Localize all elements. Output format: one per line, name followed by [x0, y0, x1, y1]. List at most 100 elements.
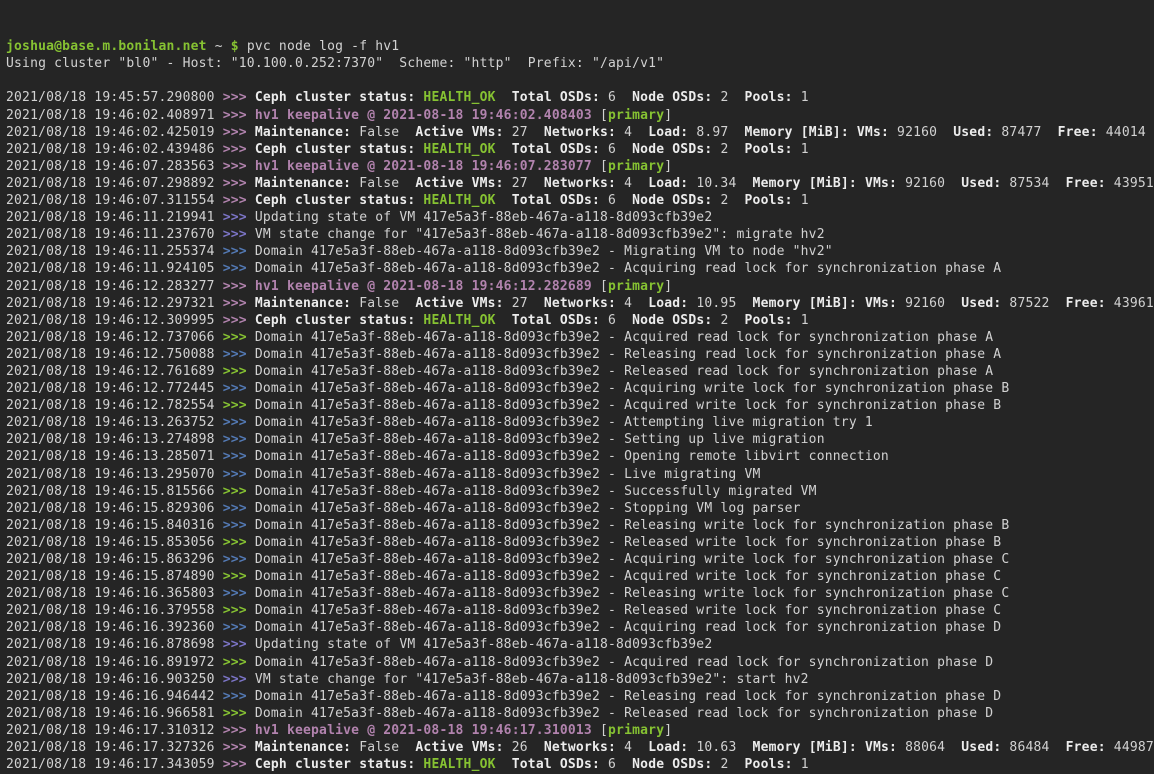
log-text: False: [351, 125, 415, 140]
log-text: Networks:: [544, 740, 616, 755]
prompt-user-host: joshua@base.m.bonilan.net: [6, 39, 207, 54]
log-line-domain-event: 2021/08/18 19:46:11.924105 >>> Domain 41…: [6, 260, 1154, 277]
log-timestamp: 2021/08/18 19:46:12.737066: [6, 330, 223, 345]
log-text: Used:: [961, 740, 1001, 755]
log-text: Free:: [1066, 296, 1106, 311]
log-arrow: >>>: [223, 723, 255, 738]
log-text: 10.34: [688, 176, 752, 191]
log-text: 43961: [1106, 296, 1154, 311]
log-timestamp: 2021/08/18 19:46:15.853056: [6, 535, 223, 550]
log-text: Domain 417e5a3f-88eb-467a-a118-8d093cfb3…: [255, 569, 1001, 584]
log-arrow: >>>: [223, 501, 255, 516]
log-text: Networks:: [544, 125, 616, 140]
log-text: Pools:: [745, 193, 793, 208]
log-text: Free:: [1058, 125, 1098, 140]
log-text: Load:: [648, 296, 688, 311]
log-line-ceph-status: 2021/08/18 19:46:17.343059 >>> Ceph clus…: [6, 756, 1154, 773]
log-timestamp: 2021/08/18 19:46:15.863296: [6, 552, 223, 567]
log-text: Memory [MiB]:: [753, 296, 857, 311]
log-timestamp: 2021/08/18 19:46:16.392360: [6, 620, 223, 635]
log-text: 44014: [1098, 125, 1146, 140]
log-timestamp: 2021/08/18 19:46:16.903250: [6, 672, 223, 687]
log-text: Domain 417e5a3f-88eb-467a-a118-8d093cfb3…: [255, 244, 833, 259]
log-text: 26: [504, 740, 544, 755]
log-text: 1: [793, 757, 809, 772]
log-timestamp: 2021/08/18 19:46:12.772445: [6, 381, 223, 396]
log-text: Domain 417e5a3f-88eb-467a-a118-8d093cfb3…: [255, 449, 889, 464]
log-timestamp: 2021/08/18 19:46:02.439486: [6, 142, 223, 157]
log-arrow: >>>: [223, 313, 255, 328]
log-arrow: >>>: [223, 432, 255, 447]
log-line-vm-event: 2021/08/18 19:46:16.878698 >>> Updating …: [6, 636, 1154, 653]
log-line-domain-event: 2021/08/18 19:46:16.891972 >>> Domain 41…: [6, 654, 1154, 671]
log-text: 6: [600, 193, 632, 208]
log-text: VMs:: [865, 176, 897, 191]
health-status: HEALTH_OK: [423, 313, 495, 328]
log-text: False: [351, 296, 415, 311]
log-text: [857, 176, 865, 191]
log-text: 2: [712, 313, 744, 328]
cluster-info-text: Using cluster "bl0" - Host: "10.100.0.25…: [6, 56, 664, 71]
log-arrow: >>>: [223, 176, 255, 191]
log-timestamp: 2021/08/18 19:46:15.829306: [6, 501, 223, 516]
log-timestamp: 2021/08/18 19:46:12.297321: [6, 296, 223, 311]
log-line-keepalive: 2021/08/18 19:46:17.310312 >>> hv1 keepa…: [6, 722, 1154, 739]
log-arrow: >>>: [223, 227, 255, 242]
log-text: Domain 417e5a3f-88eb-467a-a118-8d093cfb3…: [255, 484, 817, 499]
log-line-ceph-status: 2021/08/18 19:46:07.311554 >>> Ceph clus…: [6, 192, 1154, 209]
log-timestamp: 2021/08/18 19:45:57.290800: [6, 90, 223, 105]
log-timestamp: 2021/08/18 19:46:13.274898: [6, 432, 223, 447]
log-arrow: >>>: [223, 484, 255, 499]
log-line-domain-event: 2021/08/18 19:46:16.946442 >>> Domain 41…: [6, 688, 1154, 705]
log-line-domain-event: 2021/08/18 19:46:12.782554 >>> Domain 41…: [6, 397, 1154, 414]
log-timestamp: 2021/08/18 19:46:16.946442: [6, 689, 223, 704]
log-text: Ceph cluster status:: [255, 757, 416, 772]
log-text: Networks:: [544, 176, 616, 191]
log-line-ceph-status: 2021/08/18 19:46:12.309995 >>> Ceph clus…: [6, 312, 1154, 329]
log-text: 92160: [889, 125, 953, 140]
log-arrow: >>>: [223, 620, 255, 635]
log-line-domain-event: 2021/08/18 19:46:15.840316 >>> Domain 41…: [6, 517, 1154, 534]
log-text: 27: [504, 125, 544, 140]
log-arrow: >>>: [223, 90, 255, 105]
log-text: VMs:: [857, 125, 889, 140]
log-text: Maintenance:: [255, 125, 351, 140]
log-text: VMs:: [865, 740, 897, 755]
terminal-output: joshua@base.m.bonilan.net ~ $ pvc node l…: [6, 38, 1154, 774]
log-line-node-status: 2021/08/18 19:46:07.298892 >>> Maintenan…: [6, 175, 1154, 192]
log-timestamp: 2021/08/18 19:46:13.263752: [6, 415, 223, 430]
log-arrow: >>>: [223, 142, 255, 157]
log-arrow: >>>: [223, 569, 255, 584]
log-line-domain-event: 2021/08/18 19:46:16.365803 >>> Domain 41…: [6, 585, 1154, 602]
log-line-domain-event: 2021/08/18 19:46:15.853056 >>> Domain 41…: [6, 534, 1154, 551]
log-text: Memory [MiB]:: [745, 125, 849, 140]
log-text: Domain 417e5a3f-88eb-467a-a118-8d093cfb3…: [255, 689, 1001, 704]
log-text: 6: [600, 313, 632, 328]
log-arrow: >>>: [223, 449, 255, 464]
shell-prompt-line: joshua@base.m.bonilan.net ~ $ pvc node l…: [6, 38, 1154, 55]
log-line-domain-event: 2021/08/18 19:46:16.966581 >>> Domain 41…: [6, 705, 1154, 722]
log-line-domain-event: 2021/08/18 19:46:16.379558 >>> Domain 41…: [6, 602, 1154, 619]
log-text: ]: [664, 159, 672, 174]
log-text: Domain 417e5a3f-88eb-467a-a118-8d093cfb3…: [255, 655, 993, 670]
log-line-domain-event: 2021/08/18 19:46:13.285071 >>> Domain 41…: [6, 448, 1154, 465]
log-text: Domain 417e5a3f-88eb-467a-a118-8d093cfb3…: [255, 467, 761, 482]
health-status: HEALTH_OK: [423, 90, 495, 105]
log-line-keepalive: 2021/08/18 19:46:07.283563 >>> hv1 keepa…: [6, 158, 1154, 175]
log-text: [496, 757, 512, 772]
log-text: Free:: [1066, 740, 1106, 755]
log-text: 88064: [897, 740, 961, 755]
log-text: Domain 417e5a3f-88eb-467a-a118-8d093cfb3…: [255, 415, 873, 430]
log-line-node-status: 2021/08/18 19:46:17.327326 >>> Maintenan…: [6, 739, 1154, 756]
health-status: HEALTH_OK: [423, 193, 495, 208]
log-line-ceph-status: 2021/08/18 19:46:02.439486 >>> Ceph clus…: [6, 141, 1154, 158]
log-text: ]: [664, 108, 672, 123]
log-arrow: >>>: [223, 279, 255, 294]
log-text: 2: [712, 90, 744, 105]
log-text: VM state change for "417e5a3f-88eb-467a-…: [255, 672, 809, 687]
terminal[interactable]: joshua@base.m.bonilan.net ~ $ pvc node l…: [0, 0, 1154, 774]
log-text: 43951: [1106, 176, 1154, 191]
log-text: Domain 417e5a3f-88eb-467a-a118-8d093cfb3…: [255, 261, 1001, 276]
log-line-domain-event: 2021/08/18 19:46:12.737066 >>> Domain 41…: [6, 329, 1154, 346]
log-text: Ceph cluster status:: [255, 142, 416, 157]
